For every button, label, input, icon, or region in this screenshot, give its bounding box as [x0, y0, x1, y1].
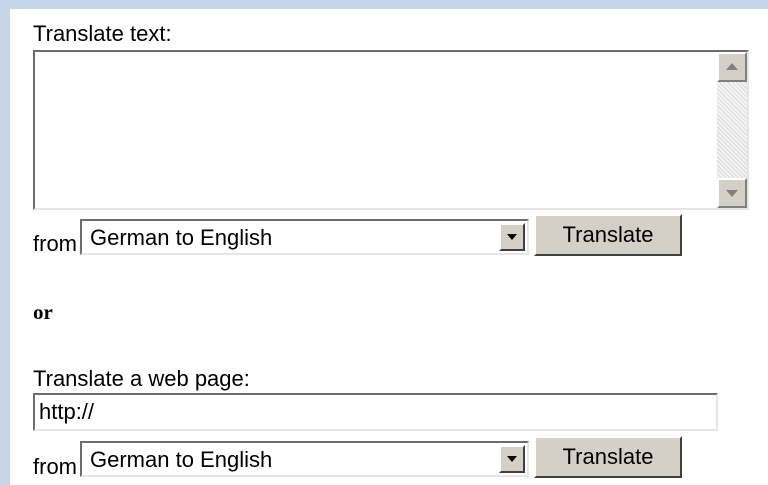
- web-from-label: from: [33, 454, 77, 479]
- web-language-value: German to English: [90, 447, 273, 472]
- web-language-dropdown-button[interactable]: [499, 445, 525, 473]
- or-separator: or: [33, 300, 53, 324]
- text-language-select[interactable]: German to English: [80, 219, 529, 255]
- chevron-down-icon: [507, 456, 517, 462]
- translate-text-label: Translate text:: [33, 21, 172, 46]
- translate-text-button[interactable]: Translate: [534, 214, 682, 256]
- page-frame-left: [0, 0, 10, 485]
- scroll-down-button[interactable]: [717, 178, 747, 208]
- url-input[interactable]: http://: [33, 393, 718, 431]
- text-language-dropdown-button[interactable]: [499, 223, 525, 251]
- web-language-select[interactable]: German to English: [80, 441, 529, 477]
- scroll-up-button[interactable]: [717, 52, 747, 82]
- translate-text-area[interactable]: [33, 50, 749, 210]
- text-language-value: German to English: [90, 225, 273, 250]
- textarea-scrollbar[interactable]: [717, 52, 747, 208]
- arrow-up-icon: [726, 63, 738, 70]
- page-frame-top: [0, 0, 768, 9]
- translate-web-page-button[interactable]: Translate: [534, 436, 682, 478]
- chevron-down-icon: [507, 234, 517, 240]
- text-from-label: from: [33, 231, 77, 256]
- arrow-down-icon: [726, 190, 738, 197]
- translate-web-page-label: Translate a web page:: [33, 366, 250, 391]
